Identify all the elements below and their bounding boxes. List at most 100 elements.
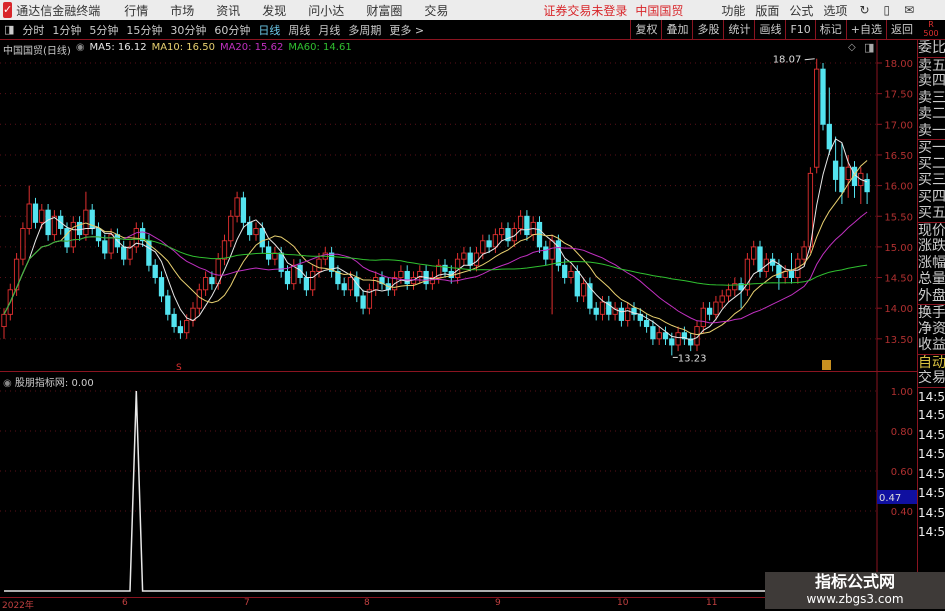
menu-function[interactable]: 功能 <box>721 2 745 19</box>
candle-body <box>549 240 555 260</box>
menu-discover[interactable]: 发现 <box>262 2 286 19</box>
candle-body <box>190 307 196 321</box>
overlay-button[interactable]: 叠加 <box>661 20 692 40</box>
menu-bar: ✓ 通达信金融终端 行情 市场 资讯 发现 问小达 财富圈 交易 证券交易未登录… <box>0 0 945 20</box>
low-price-label: 13.23 <box>678 353 707 364</box>
period-tab[interactable]: 分时 <box>22 22 44 38</box>
quote-label: 总量 <box>918 271 945 287</box>
candle-body <box>316 258 322 272</box>
indicator-chart[interactable]: 1.00 0.80 0.60 0.40 0.47 <box>0 372 917 597</box>
legend-toggle-icon[interactable]: ◉ <box>76 42 85 57</box>
candle-body <box>310 270 316 291</box>
candle-body <box>467 252 473 266</box>
price-tick-label: 17.00 <box>884 120 913 131</box>
phone-icon[interactable]: ▯ <box>884 3 891 17</box>
candle-body <box>625 307 631 321</box>
quote-label: 卖五 <box>918 56 945 73</box>
r-label: R <box>928 20 934 29</box>
period-tab-daily[interactable]: 日线 <box>258 22 280 38</box>
menu-quotes[interactable]: 行情 <box>124 2 148 19</box>
candle-body <box>20 228 26 260</box>
r-value: 500 <box>923 29 939 38</box>
auto-label[interactable]: 自动 <box>918 353 945 370</box>
ma60-line <box>3 236 868 315</box>
menu-news[interactable]: 资讯 <box>216 2 240 19</box>
candle-body <box>574 270 580 297</box>
quote-label: 涨跌 <box>918 238 945 254</box>
candle-body <box>177 326 184 334</box>
menu-formula[interactable]: 公式 <box>789 2 813 19</box>
candle-body <box>70 221 76 248</box>
candlestick-chart[interactable]: 18.00 17.50 17.00 16.50 16.00 15.50 15.00 14.50… <box>0 40 917 372</box>
adjust-button[interactable]: 复权 <box>630 20 661 40</box>
diamond-icon[interactable]: ◇ <box>848 42 856 53</box>
period-tab[interactable]: 1分钟 <box>52 22 81 38</box>
menu-ask[interactable]: 问小达 <box>308 2 344 19</box>
candle-body <box>32 203 39 223</box>
candle-body <box>95 228 102 242</box>
candle-body <box>83 209 89 236</box>
multi-stock-button[interactable]: 多股 <box>692 20 723 40</box>
candle-body <box>202 277 209 291</box>
back-button[interactable]: 返回 <box>886 20 917 40</box>
candle-body <box>284 270 291 285</box>
candle-body <box>39 209 45 223</box>
sidebar-toggle-icon[interactable]: ◨ <box>4 23 14 36</box>
candle-body <box>568 270 574 278</box>
quote-label: 卖二 <box>918 106 945 122</box>
period-tab[interactable]: 月线 <box>318 22 340 38</box>
candle-body <box>719 295 725 303</box>
period-tab[interactable]: 多周期 <box>348 22 381 38</box>
menu-trade[interactable]: 交易 <box>424 2 448 19</box>
period-tab[interactable]: 5分钟 <box>89 22 118 38</box>
stock-name: 中国国贸 <box>635 3 684 18</box>
price-tick-label: 18.00 <box>884 59 913 70</box>
candle-body <box>524 215 530 236</box>
candle-body <box>360 295 366 309</box>
menu-wealth[interactable]: 财富圈 <box>366 2 402 19</box>
candle-body <box>776 264 782 278</box>
candle-body <box>757 246 763 272</box>
login-status[interactable]: 证券交易未登录 <box>543 2 627 19</box>
event-marker-icon <box>822 360 831 370</box>
mark-button[interactable]: 标记 <box>814 20 846 40</box>
candle-body <box>404 270 410 285</box>
refresh-icon[interactable]: ↻ <box>859 3 869 17</box>
indicator-legend: ◉ 股朋指标网: 0.00 <box>3 374 94 389</box>
add-watchlist-button[interactable]: +自选 <box>845 20 886 40</box>
date-label: 7 <box>244 598 250 608</box>
quote-label: 买四 <box>918 188 945 205</box>
quote-label: 卖三 <box>918 89 945 106</box>
menu-market[interactable]: 市场 <box>170 2 194 19</box>
candle-body <box>580 283 587 297</box>
candle-body <box>643 320 650 328</box>
price-tick-label: 15.50 <box>884 212 913 223</box>
r-indicator[interactable]: R 500 <box>919 20 943 38</box>
quote-label: 买五 <box>918 205 945 221</box>
price-tick-label: 14.50 <box>884 274 913 285</box>
quote-label: 现价 <box>918 221 945 238</box>
draw-button[interactable]: 画线 <box>754 20 785 40</box>
period-tab[interactable]: 30分钟 <box>170 22 206 38</box>
period-tab[interactable]: 60分钟 <box>214 22 250 38</box>
period-tab[interactable]: 15分钟 <box>126 22 162 38</box>
candle-body <box>121 246 127 260</box>
candle-body <box>713 301 719 315</box>
stats-button[interactable]: 统计 <box>723 20 754 40</box>
panel-toggle-icon[interactable]: ◨ <box>864 41 874 54</box>
more-periods[interactable]: 更多 > <box>389 22 424 38</box>
indicator-toggle-icon[interactable]: ◉ <box>3 378 12 389</box>
indicator-tick-label: 0.80 <box>891 427 913 438</box>
candle-body <box>45 209 51 236</box>
candle-body <box>152 264 158 278</box>
candle-body <box>228 215 234 242</box>
mail-icon[interactable]: ✉ <box>904 3 914 17</box>
quote-label: 收益 <box>918 337 945 353</box>
ma20-value: MA20: 15.62 <box>219 42 284 53</box>
menu-options[interactable]: 选项 <box>823 2 847 19</box>
menu-layout[interactable]: 版面 <box>755 2 779 19</box>
candle-body <box>171 313 177 328</box>
period-tab[interactable]: 周线 <box>288 22 310 38</box>
f10-button[interactable]: F10 <box>785 20 814 40</box>
price-tick-label: 15.00 <box>884 243 913 254</box>
